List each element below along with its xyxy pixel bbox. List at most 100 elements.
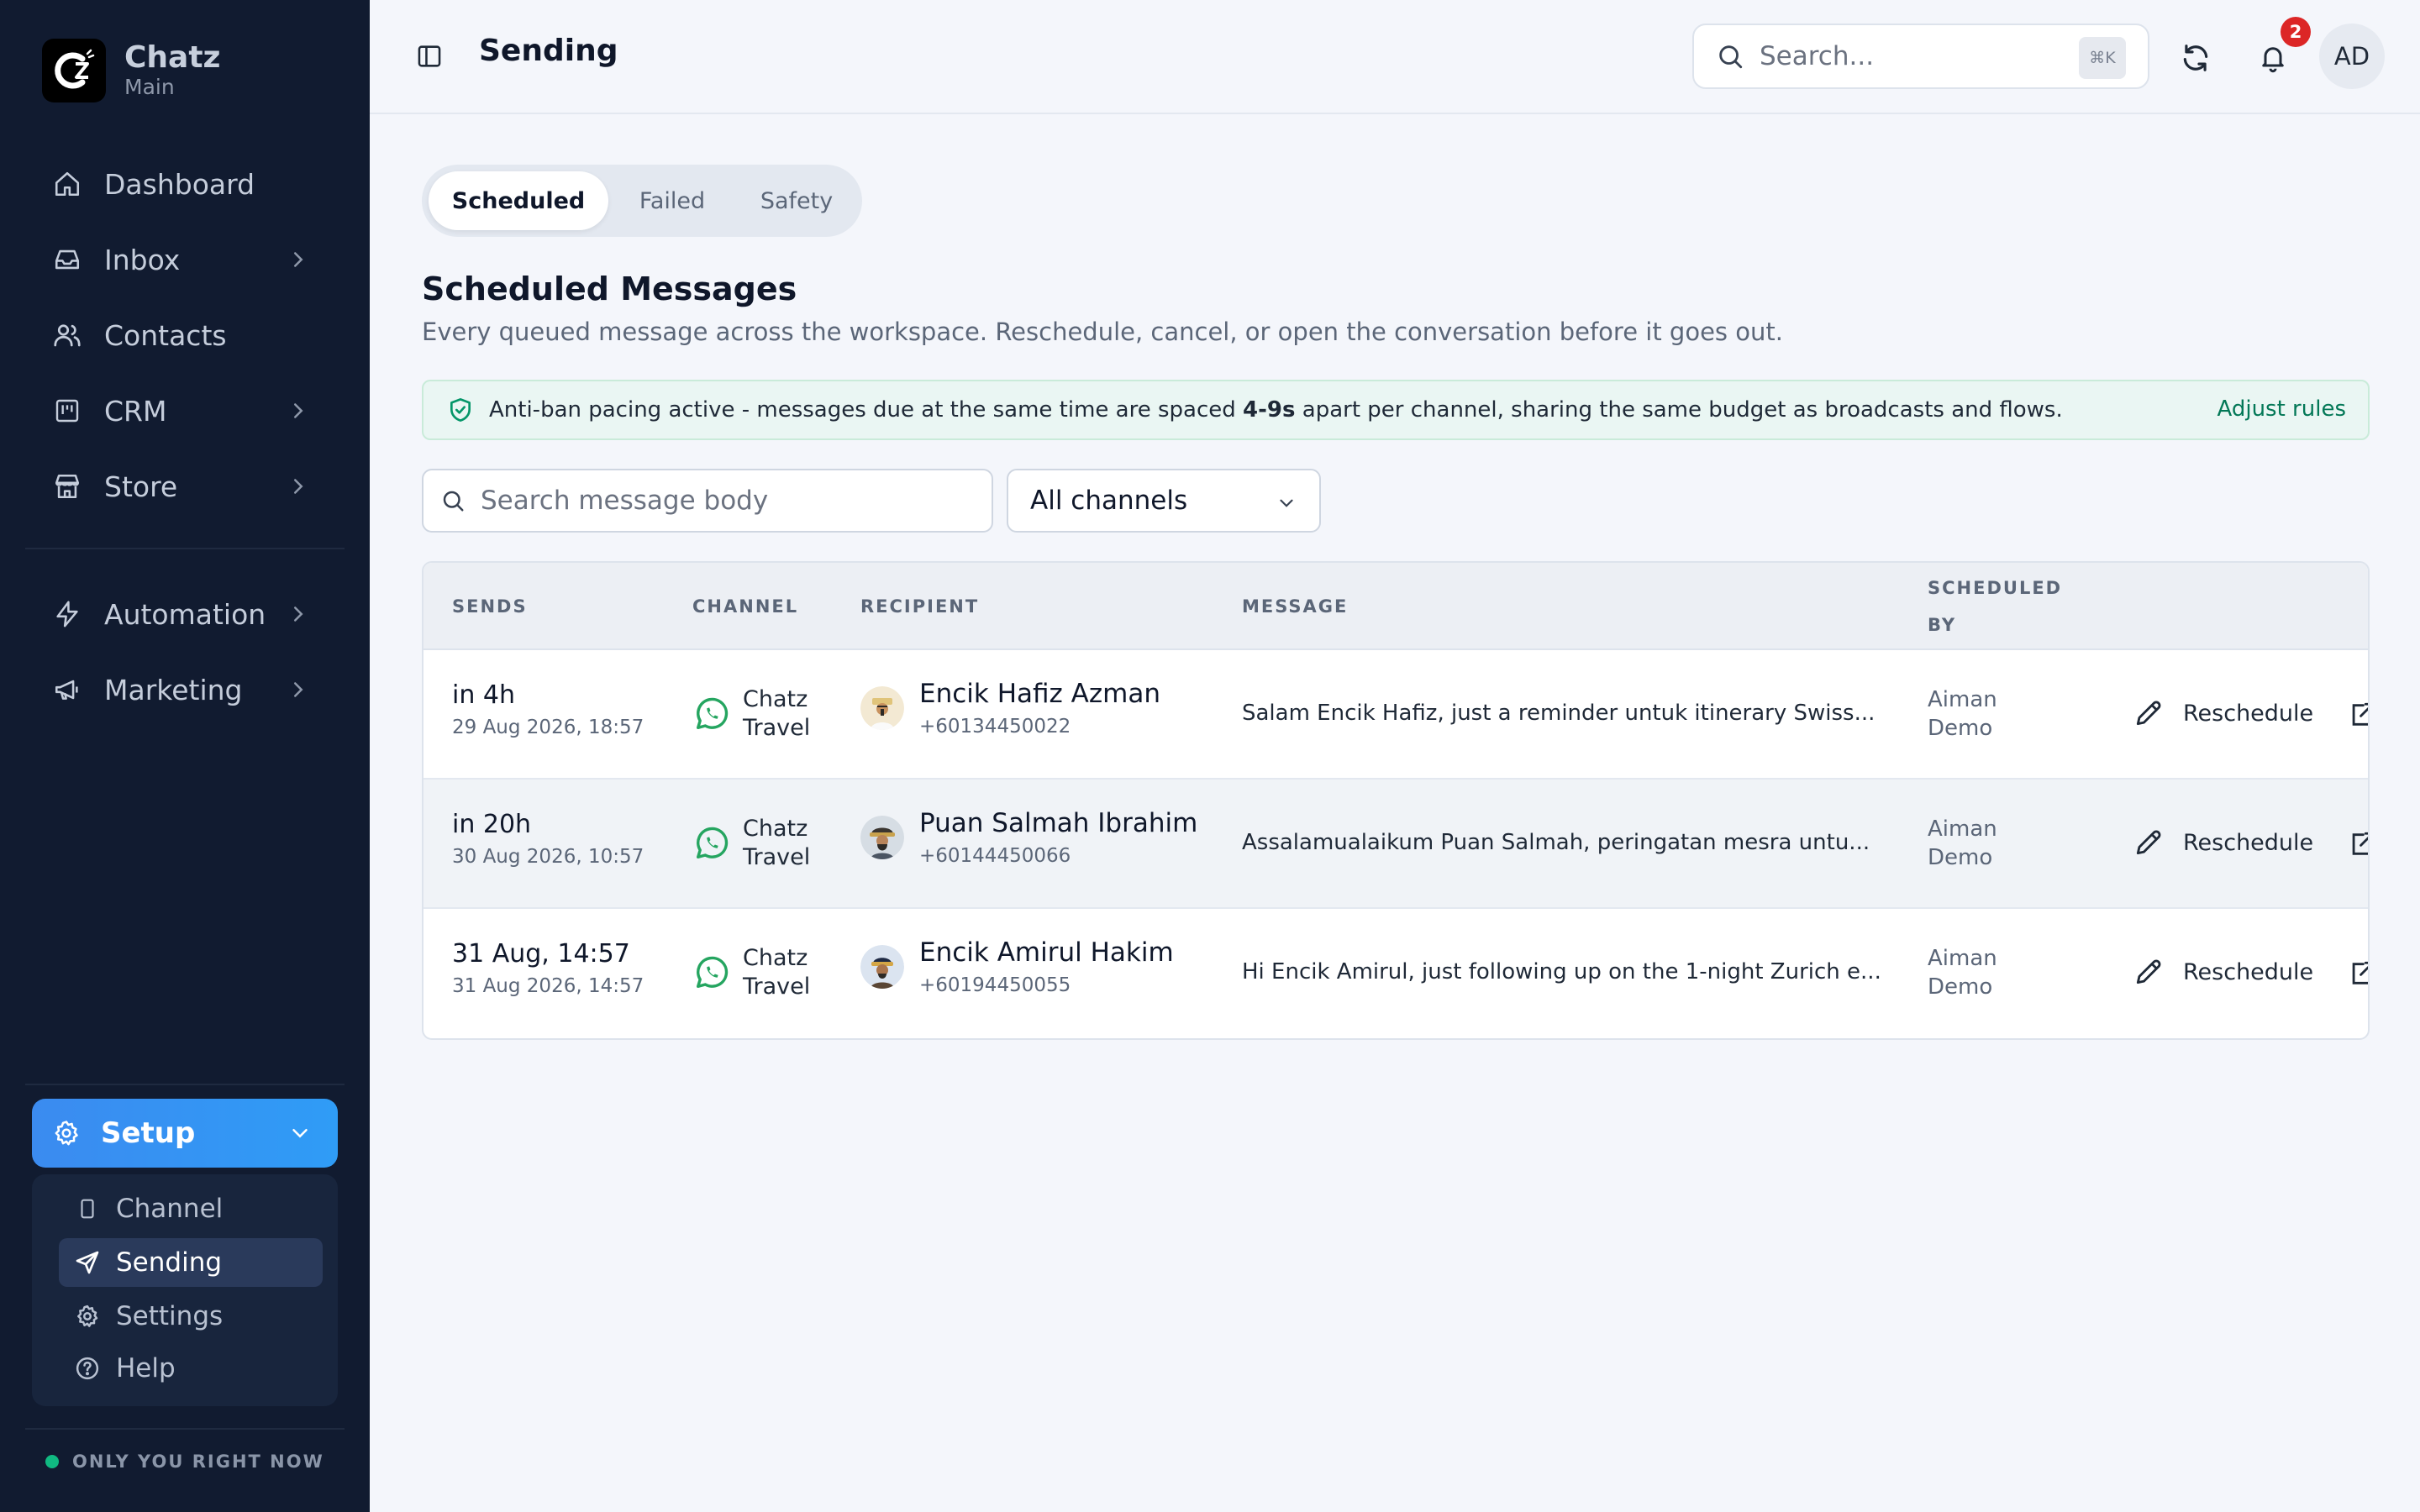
sidebar: Chatz Main Dashboard Inbox Contacts CRM <box>0 0 370 1512</box>
message-search-input[interactable] <box>481 486 968 516</box>
message-preview[interactable]: Salam Encik Hafiz, just a reminder untuk… <box>1242 701 1875 726</box>
recipient-avatar <box>860 945 904 989</box>
users-icon <box>50 318 84 352</box>
section-subtitle: Every queued message across the workspac… <box>422 318 1783 346</box>
sidebar-item-crm[interactable]: CRM <box>34 381 336 440</box>
brand[interactable]: Chatz Main <box>42 39 221 102</box>
sidebar-item-label: Inbox <box>104 243 181 276</box>
recipient-cell[interactable]: Puan Salmah Ibrahim +60144450066 <box>860 808 1197 867</box>
store-icon <box>50 470 84 503</box>
chatz-logo-icon <box>42 39 106 102</box>
setup-label: Setup <box>101 1116 196 1150</box>
whatsapp-icon <box>696 956 729 989</box>
recipient-avatar <box>860 816 904 859</box>
scheduled-by: Aiman Demo <box>1928 687 1997 741</box>
recipient-phone: +60194450055 <box>919 974 1071 996</box>
home-icon <box>50 167 84 201</box>
sidebar-item-store[interactable]: Store <box>34 457 336 516</box>
panel-left-icon <box>418 45 441 67</box>
sending-tabs: Scheduled Failed Safety <box>422 165 862 237</box>
user-avatar[interactable]: AD <box>2319 24 2385 89</box>
chevron-right-icon <box>286 677 311 702</box>
sidebar-item-contacts[interactable]: Contacts <box>34 306 336 365</box>
column-header-message[interactable]: MESSAGE <box>1242 588 1348 625</box>
message-preview[interactable]: Assalamualaikum Puan Salmah, peringatan … <box>1242 830 1870 855</box>
tab-safety[interactable]: Safety <box>736 171 857 230</box>
gear-icon <box>74 1303 101 1330</box>
column-header-recipient[interactable]: RECIPIENT <box>860 588 979 625</box>
column-header-channel[interactable]: CHANNEL <box>692 588 798 625</box>
search-icon <box>440 488 466 513</box>
global-search-input[interactable] <box>1760 41 2062 71</box>
online-dot-icon <box>45 1455 59 1468</box>
tab-failed[interactable]: Failed <box>612 171 733 230</box>
recipient-name: Encik Amirul Hakim <box>919 937 1174 968</box>
reschedule-button[interactable]: Reschedule <box>2133 956 2313 988</box>
sidebar-item-dashboard[interactable]: Dashboard <box>34 155 336 213</box>
table-row[interactable]: in 4h 29 Aug 2026, 18:57 Chatz Travel Enc… <box>424 650 2368 780</box>
pacing-notice: Anti-ban pacing active - messages due at… <box>422 380 2370 440</box>
recipient-cell[interactable]: Encik Hafiz Azman +60134450022 <box>860 679 1160 738</box>
sidebar-item-automation[interactable]: Automation <box>34 585 336 643</box>
sidebar-subitem-sending[interactable]: Sending <box>59 1238 323 1287</box>
sidebar-item-label: Dashboard <box>104 167 255 201</box>
open-conversation-button[interactable] <box>2348 959 2368 988</box>
reschedule-button[interactable]: Reschedule <box>2133 697 2313 729</box>
pencil-icon <box>2136 830 2161 855</box>
sidebar-subitem-channel[interactable]: Channel <box>59 1184 323 1233</box>
sidebar-item-label: CRM <box>104 394 167 428</box>
sidebar-subitem-label: Help <box>116 1353 176 1383</box>
column-header-sends[interactable]: SENDS <box>452 588 528 625</box>
message-search[interactable] <box>422 469 993 533</box>
top-header: Sending ⌘K <box>370 0 2420 114</box>
sends-cell: 31 Aug, 14:57 31 Aug 2026, 14:57 <box>452 939 644 997</box>
global-search[interactable]: ⌘K <box>1692 24 2149 89</box>
channel-cell: Chatz Travel <box>692 815 810 872</box>
sends-relative: in 4h <box>452 680 515 710</box>
chevron-right-icon <box>286 601 311 627</box>
gear-icon <box>52 1119 81 1147</box>
channel-name: Chatz <box>743 945 808 971</box>
column-header-scheduled-by[interactable]: SCHEDULED BY <box>1928 570 2062 643</box>
sends-relative: 31 Aug, 14:57 <box>452 939 630 969</box>
recipient-cell[interactable]: Encik Amirul Hakim +60194450055 <box>860 937 1174 996</box>
sidebar-item-marketing[interactable]: Marketing <box>34 660 336 719</box>
scheduled-by: Aiman Demo <box>1928 946 1997 1000</box>
adjust-rules-link[interactable]: Adjust rules <box>2217 396 2346 422</box>
sidebar-item-setup[interactable]: Setup <box>32 1099 338 1168</box>
chevron-down-icon <box>287 1121 313 1146</box>
recipient-name: Encik Hafiz Azman <box>919 679 1160 709</box>
message-preview[interactable]: Hi Encik Amirul, just following up on th… <box>1242 959 1881 984</box>
scheduled-by: Aiman Demo <box>1928 816 1997 870</box>
channel-name: Chatz <box>743 816 808 842</box>
channel-filter-select[interactable]: All channels <box>1007 469 1321 533</box>
sidebar-item-label: Automation <box>104 597 266 631</box>
reschedule-button[interactable]: Reschedule <box>2133 827 2313 858</box>
table-row[interactable]: 31 Aug, 14:57 31 Aug 2026, 14:57 Chatz Tr… <box>424 909 2368 1038</box>
send-icon <box>74 1249 101 1276</box>
sidebar-divider <box>25 1428 345 1430</box>
sidebar-item-inbox[interactable]: Inbox <box>34 230 336 289</box>
sidebar-subitem-help[interactable]: Help <box>59 1344 323 1393</box>
chevron-down-icon <box>1276 492 1297 514</box>
presence-indicator: ONLY YOU RIGHT NOW <box>45 1452 324 1472</box>
tab-scheduled[interactable]: Scheduled <box>429 171 608 230</box>
sidebar-subitem-settings[interactable]: Settings <box>59 1292 323 1341</box>
shield-check-icon <box>447 396 474 424</box>
sidebar-toggle-button[interactable] <box>415 42 444 71</box>
notice-pacing-value: 4-9s <box>1243 397 1296 423</box>
megaphone-icon <box>50 673 84 706</box>
help-circle-icon <box>74 1355 101 1382</box>
refresh-button[interactable] <box>2175 37 2217 79</box>
recipient-name: Puan Salmah Ibrahim <box>919 808 1198 838</box>
inbox-icon <box>50 243 84 276</box>
recipient-phone: +60144450066 <box>919 845 1071 867</box>
bell-icon <box>2262 47 2284 73</box>
open-conversation-button[interactable] <box>2348 701 2368 729</box>
open-conversation-button[interactable] <box>2348 830 2368 858</box>
page-title: Sending <box>479 34 618 68</box>
table-row[interactable]: in 20h 30 Aug 2026, 10:57 Chatz Travel Pu… <box>424 780 2368 909</box>
sidebar-item-label: Store <box>104 470 178 503</box>
sidebar-subitem-label: Settings <box>116 1301 224 1331</box>
reschedule-label: Reschedule <box>2183 829 2314 856</box>
